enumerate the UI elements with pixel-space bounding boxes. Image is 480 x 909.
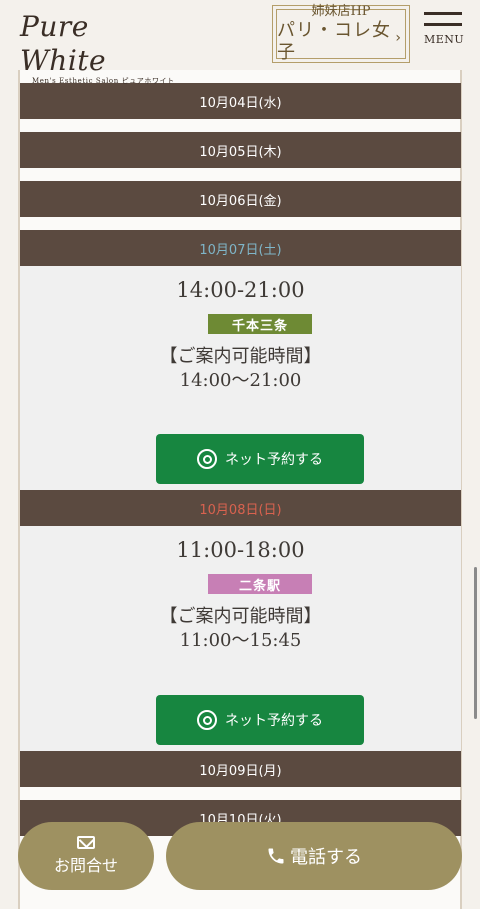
reserve-button[interactable]: ネット予約する xyxy=(156,695,364,745)
reserve-label: ネット予約する xyxy=(225,452,323,468)
schedule-page: Pure White Men's Esthetic Salon ピュアホワイト … xyxy=(0,0,480,909)
guide-title: 【ご案内可能時間】 xyxy=(159,346,322,367)
logo[interactable]: Pure White Men's Esthetic Salon ピュアホワイト xyxy=(20,10,180,85)
shift-card: 14:00-21:00 千本三条 【ご案内可能時間】 14:00〜21:00 ネ… xyxy=(20,266,461,490)
contact-label: お問合せ xyxy=(53,856,118,875)
chevron-right-icon: › xyxy=(395,30,401,46)
header: Pure White Men's Esthetic Salon ピュアホワイト … xyxy=(0,0,480,85)
date-row[interactable]: 10月05日(木) xyxy=(20,132,461,168)
date-row-saturday[interactable]: 10月07日(土) xyxy=(20,230,461,266)
call-button[interactable]: 電話する xyxy=(166,822,462,890)
scrollbar[interactable] xyxy=(474,567,477,719)
shift-time-range: 11:00-18:00 xyxy=(176,538,305,562)
reserve-button[interactable]: ネット予約する xyxy=(156,434,364,484)
shift-time-range: 14:00-21:00 xyxy=(176,278,305,302)
logo-subtitle: Men's Esthetic Salon ピュアホワイト xyxy=(32,77,175,85)
sister-store-label: 姉妹店HP xyxy=(311,4,371,19)
target-icon xyxy=(197,710,217,730)
date-row[interactable]: 10月09日(月) xyxy=(20,751,461,787)
sister-store-button[interactable]: 姉妹店HP パリ・コレ女子 › xyxy=(272,4,410,63)
location-badge: 千本三条 xyxy=(208,314,312,334)
menu-label: MENU xyxy=(424,33,465,46)
guide-time: 14:00〜21:00 xyxy=(179,370,302,391)
date-row[interactable]: 10月04日(水) xyxy=(20,83,461,119)
reserve-label: ネット予約する xyxy=(225,713,323,729)
sister-store-inner: 姉妹店HP パリ・コレ女子 › xyxy=(276,4,406,63)
hamburger-icon xyxy=(424,12,462,15)
date-row-sunday[interactable]: 10月08日(日) xyxy=(20,490,461,526)
call-label: 電話する xyxy=(290,847,362,868)
contact-button[interactable]: お問合せ xyxy=(18,822,154,890)
mail-icon xyxy=(77,836,95,849)
logo-text: Pure White xyxy=(20,10,107,77)
target-icon xyxy=(197,449,217,469)
sister-store-name: パリ・コレ女子 xyxy=(277,20,391,63)
hamburger-icon xyxy=(424,23,462,26)
phone-icon xyxy=(268,848,284,864)
guide-title: 【ご案内可能時間】 xyxy=(159,606,322,627)
menu-button[interactable]: MENU xyxy=(424,12,464,58)
location-badge: 二条駅 xyxy=(208,574,312,594)
guide-time: 11:00〜15:45 xyxy=(179,630,302,651)
shift-card: 11:00-18:00 二条駅 【ご案内可能時間】 11:00〜15:45 ネッ… xyxy=(20,526,461,751)
date-row[interactable]: 10月06日(金) xyxy=(20,181,461,217)
